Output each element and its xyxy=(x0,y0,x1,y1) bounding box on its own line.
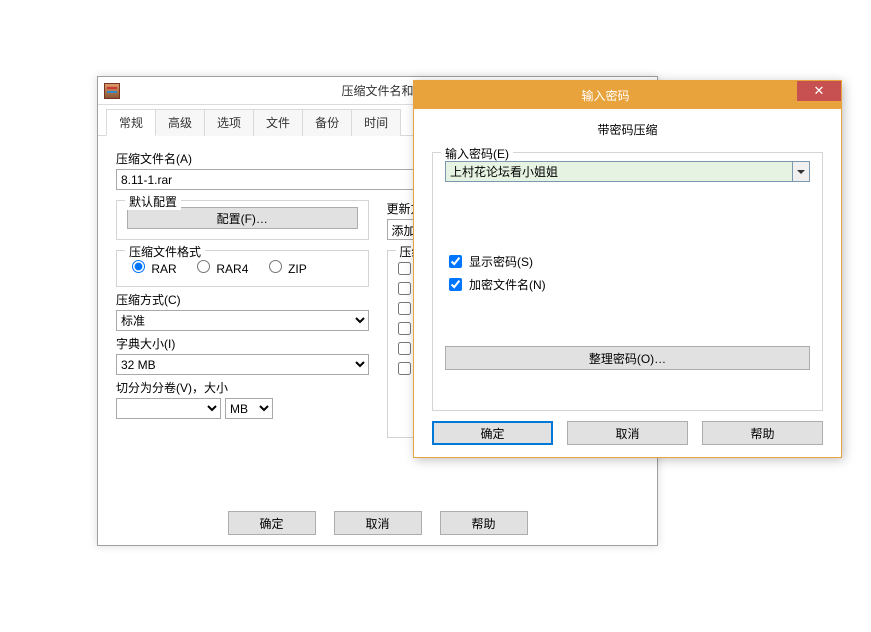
encrypt-names-checkbox[interactable]: 加密文件名(N) xyxy=(445,275,810,294)
format-rar-label: RAR xyxy=(151,262,176,276)
pw-titlebar: 输入密码 ✕ xyxy=(414,81,841,109)
close-icon: ✕ xyxy=(814,83,825,99)
format-fieldset: 压缩文件格式 RAR RAR4 ZIP xyxy=(116,250,369,287)
dialog-footer: 确定 取消 帮助 xyxy=(98,511,657,535)
split-unit-select[interactable]: MB xyxy=(225,398,273,419)
method-select[interactable]: 标准 xyxy=(116,310,369,331)
tab-options[interactable]: 选项 xyxy=(204,109,254,136)
format-zip[interactable]: ZIP xyxy=(264,262,307,276)
cancel-button[interactable]: 取消 xyxy=(334,511,422,535)
format-rar4[interactable]: RAR4 xyxy=(192,262,248,276)
tab-backup[interactable]: 备份 xyxy=(302,109,352,136)
pw-title: 输入密码 xyxy=(414,87,797,104)
format-rar[interactable]: RAR xyxy=(127,262,177,276)
pw-ok-button[interactable]: 确定 xyxy=(432,421,553,445)
split-size-select[interactable] xyxy=(116,398,221,419)
pw-subtitle: 带密码压缩 xyxy=(432,121,823,138)
pw-fieldset: 输入密码(E) 显示密码(S) 加密文件名(N) 整理密码(O)… xyxy=(432,152,823,411)
format-rar4-label: RAR4 xyxy=(216,262,248,276)
winrar-icon xyxy=(104,83,120,99)
dict-select[interactable]: 32 MB xyxy=(116,354,369,375)
tab-advanced[interactable]: 高级 xyxy=(155,109,205,136)
password-input[interactable] xyxy=(445,161,810,182)
profile-legend: 默认配置 xyxy=(125,193,181,210)
pw-cancel-button[interactable]: 取消 xyxy=(567,421,688,445)
password-dropdown-button[interactable] xyxy=(792,162,809,181)
format-zip-label: ZIP xyxy=(288,262,307,276)
organize-passwords-button[interactable]: 整理密码(O)… xyxy=(445,346,810,370)
pw-footer: 确定 取消 帮助 xyxy=(432,421,823,445)
tab-general[interactable]: 常规 xyxy=(106,109,156,136)
pw-field-legend: 输入密码(E) xyxy=(441,145,513,162)
close-button[interactable]: ✕ xyxy=(797,81,841,101)
format-legend: 压缩文件格式 xyxy=(125,243,205,260)
pw-help-button[interactable]: 帮助 xyxy=(702,421,823,445)
ok-button[interactable]: 确定 xyxy=(228,511,316,535)
tab-files[interactable]: 文件 xyxy=(253,109,303,136)
tab-time[interactable]: 时间 xyxy=(351,109,401,136)
split-label: 切分为分卷(V)，大小 xyxy=(116,379,369,396)
profile-button[interactable]: 配置(F)… xyxy=(127,207,358,229)
profile-fieldset: 默认配置 配置(F)… xyxy=(116,200,369,240)
dict-label: 字典大小(I) xyxy=(116,335,369,352)
show-password-checkbox[interactable]: 显示密码(S) xyxy=(445,252,810,271)
method-label: 压缩方式(C) xyxy=(116,291,369,308)
password-dialog: 输入密码 ✕ 带密码压缩 输入密码(E) 显示密码(S) 加密文件名(N) xyxy=(413,80,842,458)
help-button[interactable]: 帮助 xyxy=(440,511,528,535)
